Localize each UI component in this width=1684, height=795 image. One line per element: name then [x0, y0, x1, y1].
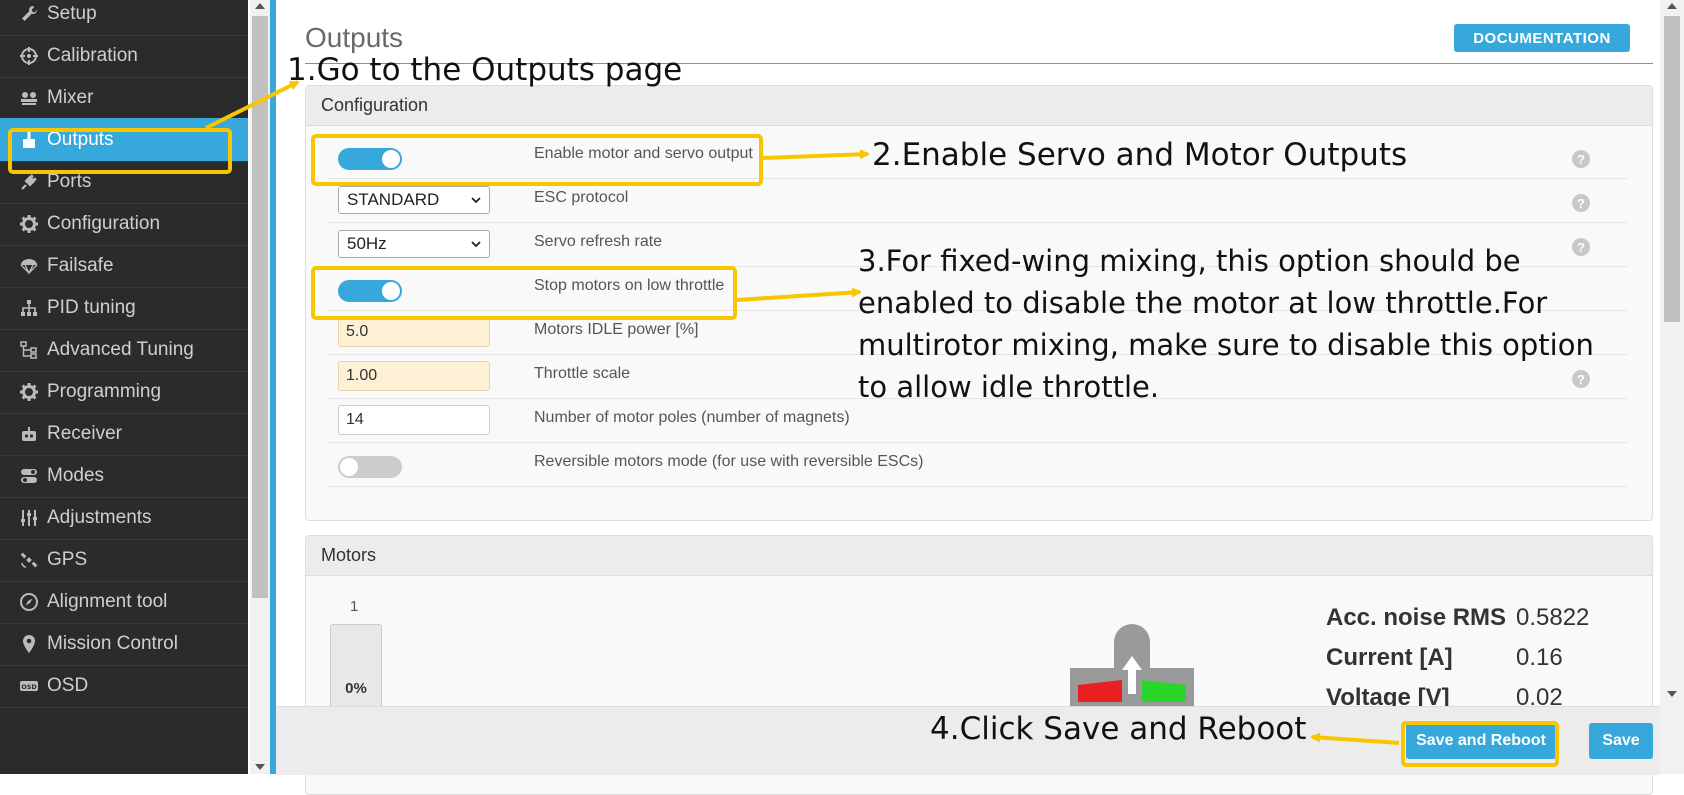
mixer-icon [17, 86, 41, 110]
step3-line: to allow idle throttle. [858, 370, 1160, 404]
idle-power-label: Motors IDLE power [%] [534, 321, 699, 338]
robot-icon [17, 422, 41, 446]
step1-annotation: 1.Go to the Outputs page [287, 52, 683, 88]
chevron-down-icon [471, 241, 481, 248]
scroll-up-arrow-icon[interactable] [1667, 3, 1677, 9]
sidebar-item-adjustments[interactable]: Adjustments [0, 496, 248, 540]
sidebar-scrollbar[interactable] [250, 0, 270, 774]
documentation-button[interactable]: DOCUMENTATION [1454, 24, 1630, 52]
esc-protocol-value: STANDARD [347, 190, 440, 209]
stop-motors-highlight-box [311, 266, 737, 320]
sidebar-item-label: Mixer [47, 86, 94, 108]
sidebar-item-label: GPS [47, 548, 88, 570]
crosshair-icon [17, 44, 41, 68]
save-reboot-highlight-box [1401, 721, 1559, 767]
stat-key: Current [A] [1326, 644, 1453, 671]
esc-protocol-select[interactable]: STANDARD [338, 186, 490, 214]
outputs-highlight-box [8, 128, 232, 174]
aircraft-model-icon [1070, 624, 1194, 708]
wrench-icon [17, 2, 41, 26]
motor-index-label: 1 [350, 598, 359, 615]
step3-line: multirotor mixing, make sure to disable … [858, 328, 1594, 362]
motor-value-label: 0% [345, 680, 367, 697]
main-scrollbar[interactable] [1660, 0, 1684, 774]
esc-protocol-label: ESC protocol [534, 189, 629, 206]
servo-refresh-value: 50Hz [347, 234, 387, 253]
gear-icon [17, 380, 41, 404]
sliders-icon [17, 506, 41, 530]
svg-text:OSD: OSD [21, 683, 37, 691]
compass-icon [17, 590, 41, 614]
sidebar-item-label: OSD [47, 674, 89, 696]
stat-value: 0.5822 [1516, 604, 1590, 631]
sidebar-item-receiver[interactable]: Receiver [0, 412, 248, 456]
toggle-knob [340, 458, 358, 476]
sidebar-item-mixer[interactable]: Mixer [0, 76, 248, 120]
sidebar-item-setup[interactable]: Setup [0, 0, 248, 36]
gear-icon [17, 212, 41, 236]
sidebar-item-mission-control[interactable]: Mission Control [0, 622, 248, 666]
idle-power-input[interactable]: 5.0 [338, 317, 490, 347]
step3-annotation: 3.For fixed-wing mixing, this option sho… [858, 240, 1618, 408]
satellite-icon [17, 548, 41, 572]
throttle-scale-input[interactable]: 1.00 [338, 361, 490, 391]
scroll-up-arrow-icon[interactable] [255, 3, 265, 9]
hierarchy-icon [17, 296, 41, 320]
parachute-icon [17, 254, 41, 278]
osd-icon: OSD [17, 674, 41, 698]
step3-line: enabled to disable the motor at low thro… [858, 286, 1548, 320]
save-button[interactable]: Save [1589, 723, 1653, 759]
sidebar: Setup Calibration Mixer Outputs Ports Co… [0, 0, 248, 774]
step3-line: 3.For fixed-wing mixing, this option sho… [858, 244, 1521, 278]
motor-poles-label: Number of motor poles (number of magnets… [534, 409, 850, 426]
sidebar-item-programming[interactable]: Programming [0, 370, 248, 414]
page-title: Outputs [305, 22, 404, 53]
sidebar-item-osd[interactable]: OSD OSD [0, 664, 248, 708]
sidebar-item-label: Configuration [47, 212, 161, 234]
reversible-toggle[interactable] [338, 456, 402, 478]
motor-poles-input[interactable]: 14 [338, 405, 490, 435]
scrollbar-thumb[interactable] [252, 16, 268, 598]
sidebar-item-label: Alignment tool [47, 590, 168, 612]
servo-refresh-label: Servo refresh rate [534, 233, 663, 250]
sidebar-item-advanced-tuning[interactable]: Advanced Tuning [0, 328, 248, 372]
step4-annotation: 4.Click Save and Reboot [930, 711, 1307, 747]
sidebar-item-gps[interactable]: GPS [0, 538, 248, 582]
sidebar-item-configuration[interactable]: Configuration [0, 202, 248, 246]
scroll-down-arrow-icon[interactable] [1667, 691, 1677, 697]
servo-refresh-select[interactable]: 50Hz [338, 230, 490, 258]
sidebar-item-modes[interactable]: Modes [0, 454, 248, 498]
scroll-down-arrow-icon[interactable] [255, 764, 265, 770]
configuration-panel-header: Configuration [306, 86, 1652, 126]
toggles-icon [17, 464, 41, 488]
reversible-label: Reversible motors mode (for use with rev… [534, 453, 924, 470]
scrollbar-thumb[interactable] [1664, 16, 1680, 322]
sidebar-item-label: Receiver [47, 422, 122, 444]
motors-panel-header: Motors [306, 536, 1652, 576]
reversible-row: Reversible motors mode (for use with rev… [328, 443, 1628, 487]
sidebar-item-alignment-tool[interactable]: Alignment tool [0, 580, 248, 624]
sidebar-item-failsafe[interactable]: Failsafe [0, 244, 248, 288]
sidebar-item-label: Setup [47, 2, 97, 24]
sidebar-item-label: Modes [47, 464, 105, 486]
sidebar-item-label: Mission Control [47, 632, 178, 654]
sidebar-item-calibration[interactable]: Calibration [0, 34, 248, 78]
stat-key: Acc. noise RMS [1326, 604, 1507, 631]
sidebar-item-pid-tuning[interactable]: PID tuning [0, 286, 248, 330]
help-icon[interactable]: ? [1572, 150, 1590, 168]
enable-output-highlight-box [311, 134, 763, 186]
stat-value: 0.16 [1516, 644, 1563, 671]
sidebar-item-label: PID tuning [47, 296, 136, 318]
tree-icon [17, 338, 41, 362]
sidebar-item-label: Advanced Tuning [47, 338, 194, 360]
help-icon[interactable]: ? [1572, 194, 1590, 212]
map-pin-icon [17, 632, 41, 656]
sidebar-item-label: Calibration [47, 44, 138, 66]
throttle-scale-label: Throttle scale [534, 365, 631, 382]
sidebar-item-label: Adjustments [47, 506, 152, 528]
sidebar-item-label: Failsafe [47, 254, 114, 276]
sidebar-item-label: Programming [47, 380, 162, 402]
chevron-down-icon [471, 197, 481, 204]
step2-annotation: 2.Enable Servo and Motor Outputs [872, 137, 1408, 173]
